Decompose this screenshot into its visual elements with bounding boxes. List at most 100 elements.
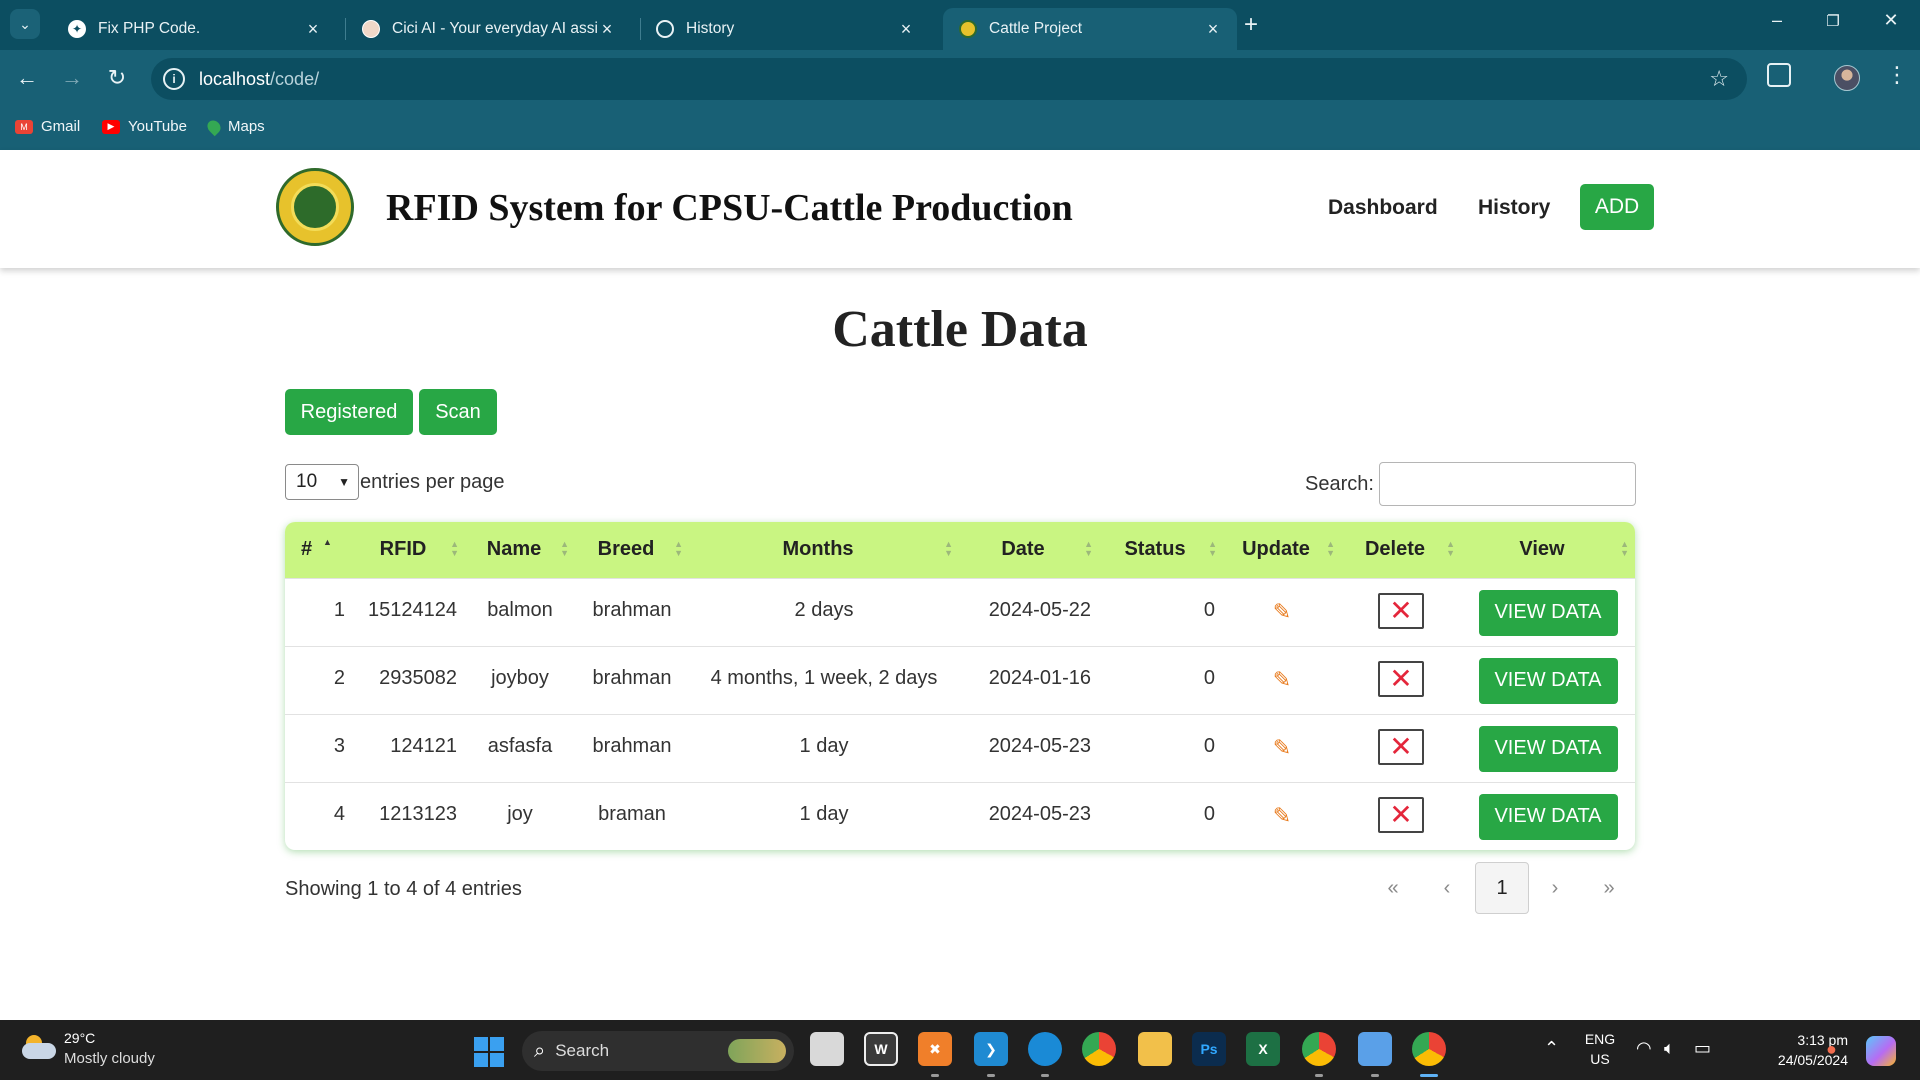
menu-kebab-icon[interactable]: ⋮ [1886, 62, 1908, 88]
vscode-icon[interactable]: ❯ [974, 1032, 1008, 1066]
column-header-breed[interactable]: Breed ▲ ▼ [575, 522, 689, 578]
weather-description[interactable]: Mostly cloudy [64, 1050, 155, 1067]
close-tab-icon[interactable]: × [597, 19, 617, 40]
edit-pencil-icon[interactable]: ✎ [1273, 667, 1291, 692]
close-window-icon[interactable]: ✕ [1876, 10, 1906, 31]
pagination-next[interactable]: › [1540, 862, 1570, 914]
windows-start-icon[interactable] [474, 1037, 504, 1067]
registered-button[interactable]: Registered [285, 389, 413, 435]
cattle-table: # ▲ RFID ▲ ▼ Name ▲ ▼ Breed ▲ ▼ Months ▲ ▼ Date ▲ ▼… [285, 522, 1635, 850]
pagination-current-page[interactable]: 1 [1475, 862, 1529, 914]
nav-dashboard[interactable]: Dashboard [1328, 196, 1438, 220]
cell-name: asfasfa [487, 734, 553, 757]
nav-history[interactable]: History [1478, 196, 1550, 220]
column-header-status[interactable]: Status ▲ ▼ [1099, 522, 1223, 578]
site-info-icon[interactable]: i [163, 68, 185, 90]
close-tab-icon[interactable]: × [1203, 19, 1223, 40]
delete-x-icon[interactable]: ✕ [1378, 660, 1424, 697]
region-indicator[interactable]: US [1582, 1051, 1618, 1067]
tab-history[interactable]: History × [640, 8, 930, 50]
wifi-icon[interactable]: ◠ [1636, 1038, 1652, 1059]
column-header-view[interactable]: View ▲ ▼ [1461, 522, 1635, 578]
tab-search-button[interactable]: ⌄ [10, 9, 40, 39]
task-view-icon[interactable] [810, 1032, 844, 1066]
tab-title: Cici AI - Your everyday AI assist [392, 20, 597, 37]
sort-icon: ▲ ▼ [1446, 539, 1455, 558]
xampp-icon[interactable]: ✖ [918, 1032, 952, 1066]
delete-x-icon[interactable]: ✕ [1378, 728, 1424, 765]
notification-bell-icon[interactable]: ● [1826, 1039, 1837, 1060]
cell-months: 1 day [799, 802, 849, 825]
bookmark-youtube[interactable]: ▶ YouTube [102, 118, 187, 135]
delete-x-icon[interactable]: ✕ [1378, 592, 1424, 629]
profile-avatar[interactable] [1834, 65, 1860, 91]
column-header-delete[interactable]: Delete ▲ ▼ [1341, 522, 1461, 578]
bookmark-star-icon[interactable]: ☆ [1709, 66, 1729, 92]
reload-icon[interactable]: ↻ [102, 63, 132, 93]
column-header-update[interactable]: Update ▲ ▼ [1223, 522, 1341, 578]
view-data-button[interactable]: VIEW DATA [1478, 657, 1618, 704]
minimize-icon[interactable]: – [1762, 10, 1792, 31]
weather-temperature[interactable]: 29°C [64, 1030, 95, 1046]
edit-pencil-icon[interactable]: ✎ [1273, 599, 1291, 624]
close-tab-icon[interactable]: × [303, 19, 323, 40]
extensions-icon[interactable] [1767, 63, 1791, 87]
gmail-icon: M [15, 119, 33, 134]
new-tab-icon[interactable]: + [1244, 12, 1258, 38]
notepad-icon[interactable] [1358, 1032, 1392, 1066]
tab-cattle-project[interactable]: Cattle Project × [943, 8, 1237, 50]
address-bar[interactable]: i localhost/code/ ☆ [151, 58, 1747, 100]
history-icon [656, 20, 674, 38]
url-host: localhost [199, 68, 271, 89]
bookmark-gmail[interactable]: M Gmail [15, 118, 80, 135]
entries-select[interactable]: 10 ▼ [285, 464, 359, 500]
view-data-button[interactable]: VIEW DATA [1478, 725, 1618, 772]
cell-date: 2024-05-23 [988, 734, 1091, 757]
taskbar-search[interactable]: ⌕ Search [522, 1031, 794, 1071]
pagination-prev[interactable]: ‹ [1432, 862, 1462, 914]
cell-name: joy [507, 802, 533, 825]
column-header-rfid[interactable]: RFID ▲ ▼ [353, 522, 465, 578]
language-indicator[interactable]: ENG [1582, 1031, 1618, 1047]
pagination-first[interactable]: « [1378, 862, 1408, 914]
battery-icon[interactable]: ▭ [1694, 1038, 1711, 1059]
view-data-button[interactable]: VIEW DATA [1478, 793, 1618, 840]
tab-cici-ai[interactable]: Cici AI - Your everyday AI assist × [346, 8, 631, 50]
chrome-profile-icon[interactable] [1302, 1032, 1336, 1066]
edit-pencil-icon[interactable]: ✎ [1273, 735, 1291, 760]
chrome-icon[interactable] [1082, 1032, 1116, 1066]
pagination-last[interactable]: » [1594, 862, 1624, 914]
photoshop-icon[interactable]: Ps [1192, 1032, 1226, 1066]
restore-icon[interactable]: ❐ [1818, 12, 1848, 30]
cell-months: 4 months, 1 week, 2 days [710, 666, 938, 689]
volume-icon[interactable]: 🔈︎ [1664, 1038, 1675, 1059]
add-button[interactable]: ADD [1580, 184, 1654, 230]
file-explorer-icon[interactable] [1138, 1032, 1172, 1066]
back-arrow-icon[interactable]: ← [12, 63, 42, 93]
cell-status: 0 [1203, 666, 1215, 689]
close-tab-icon[interactable]: × [896, 19, 916, 40]
forward-arrow-icon[interactable]: → [57, 63, 87, 93]
search-input[interactable] [1378, 462, 1636, 506]
copilot-icon[interactable] [1866, 1036, 1896, 1066]
column-header-date[interactable]: Date ▲ ▼ [959, 522, 1099, 578]
widgets-app-icon[interactable]: W [864, 1032, 898, 1066]
edge-icon[interactable] [1028, 1032, 1062, 1066]
search-icon: ⌕ [534, 1039, 546, 1062]
column-header-name[interactable]: Name ▲ ▼ [465, 522, 575, 578]
cell-number: 4 [333, 802, 345, 825]
cpsu-favicon-icon [959, 20, 977, 38]
scan-button[interactable]: Scan [419, 389, 497, 435]
tray-overflow-chevron-icon[interactable]: ⌃ [1544, 1038, 1559, 1059]
edit-pencil-icon[interactable]: ✎ [1273, 803, 1291, 828]
tab-fix-php[interactable]: ✦ Fix PHP Code. × [52, 8, 337, 50]
view-data-button[interactable]: VIEW DATA [1478, 589, 1618, 636]
column-header-months[interactable]: Months ▲ ▼ [689, 522, 959, 578]
cpsu-logo [276, 168, 354, 246]
column-header-number[interactable]: # ▲ [285, 522, 353, 578]
weather-cloudy-icon[interactable] [22, 1035, 56, 1059]
chrome-active-icon[interactable] [1412, 1032, 1446, 1066]
delete-x-icon[interactable]: ✕ [1378, 796, 1424, 833]
bookmark-maps[interactable]: Maps [204, 117, 265, 136]
excel-icon[interactable]: X [1246, 1032, 1280, 1066]
